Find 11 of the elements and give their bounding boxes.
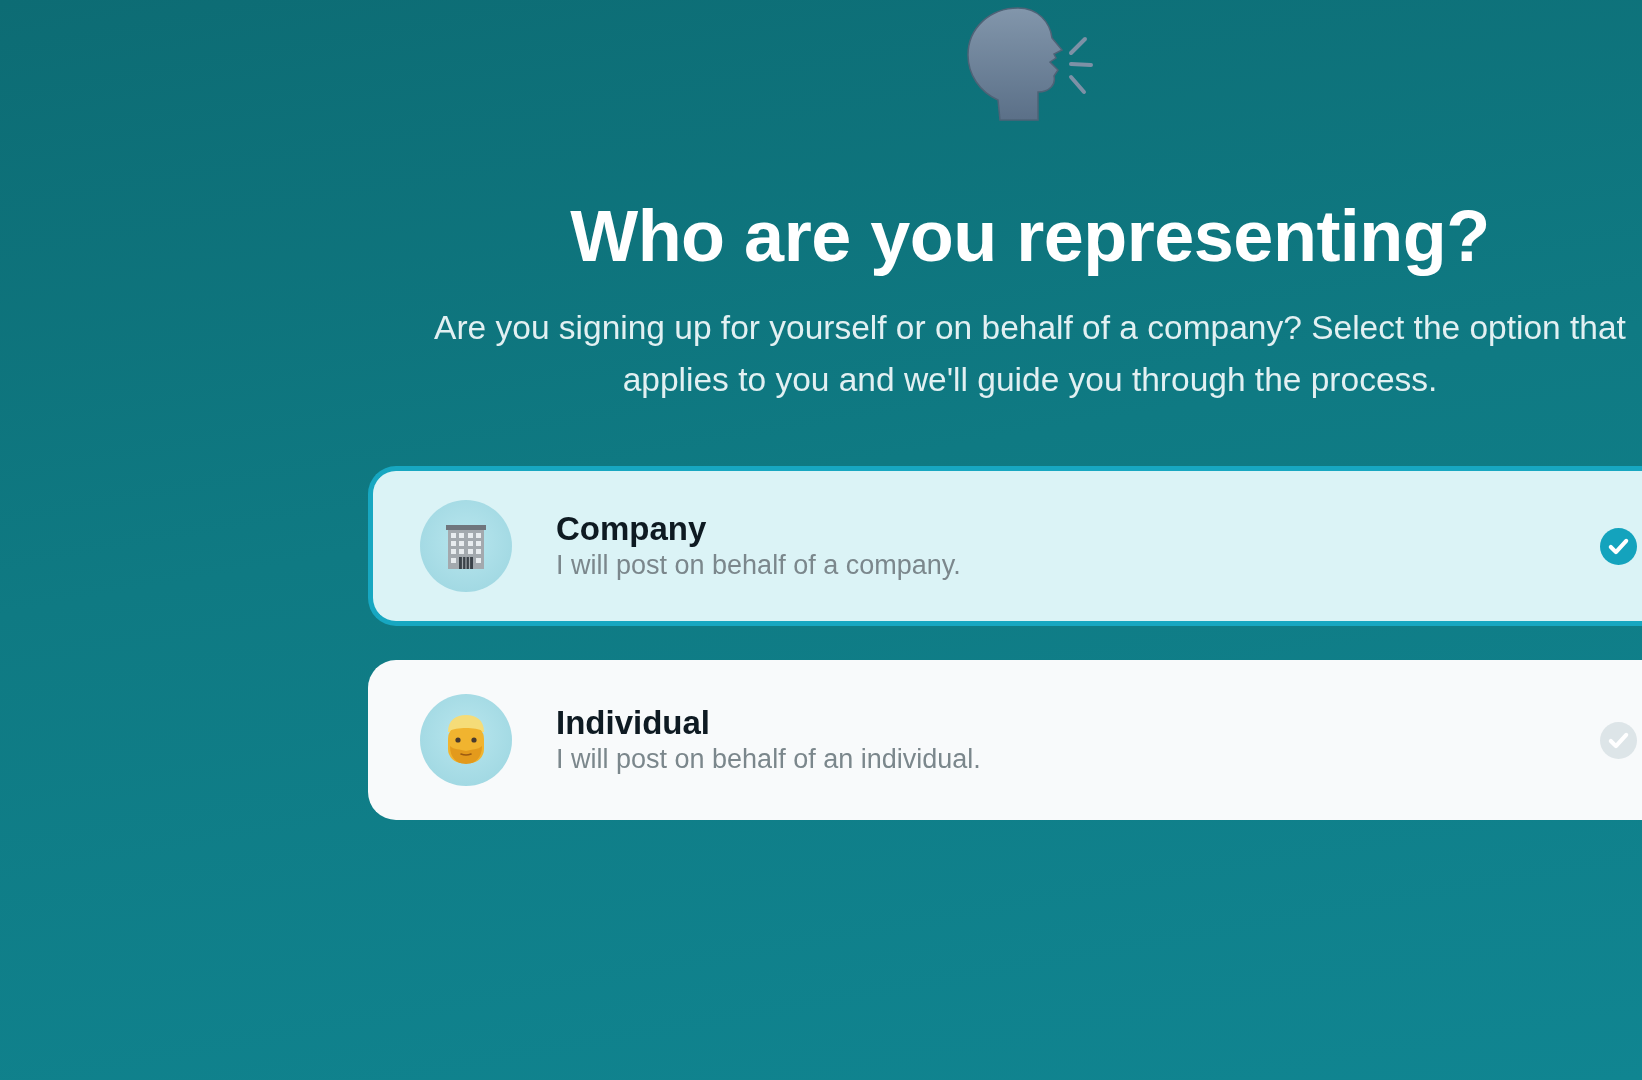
option-card[interactable]: Company I will post on behalf of a company. — [368, 466, 1642, 626]
option-title: Individual — [556, 704, 710, 742]
building-icon — [420, 500, 512, 592]
option-description: I will post on behalf of an individual. — [556, 743, 981, 776]
man-emoji-icon — [420, 694, 512, 786]
option-description: I will post on behalf of a company. — [556, 549, 961, 582]
page-title: Who are you representing? — [570, 196, 1490, 276]
option-title: Company — [556, 510, 707, 548]
page-subtitle: Are you signing up for yourself or on behalf of a company? Select the option that applies to you and we'll guide you through the process. — [433, 308, 1627, 400]
speaking-head-icon — [966, 6, 1094, 122]
option-card[interactable]: Individual I will post on behalf of an individual. — [368, 660, 1642, 820]
